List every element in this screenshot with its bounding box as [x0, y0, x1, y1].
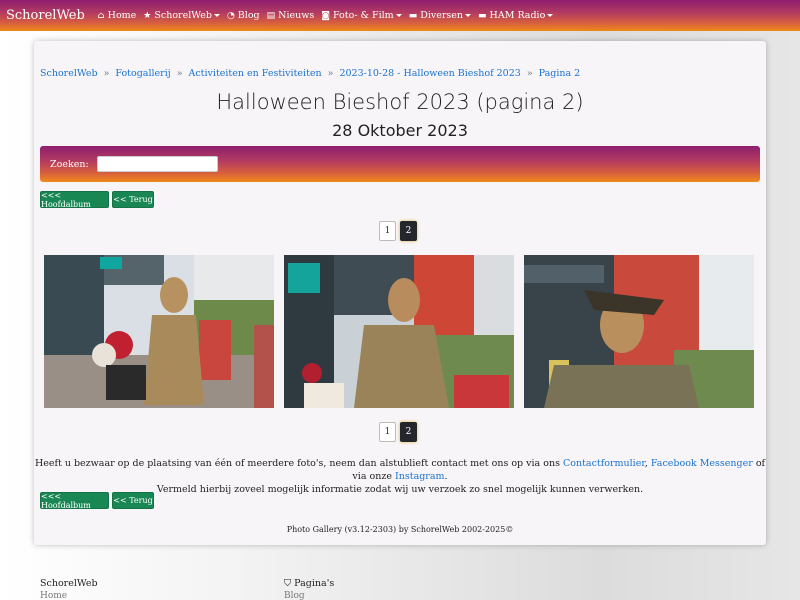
nav-item-home[interactable]: ⌂ Home [98, 10, 137, 21]
photo-image [284, 255, 514, 408]
footer-link-blog[interactable]: Blog [284, 591, 334, 600]
main-album-button[interactable]: <<< Hoofdalbum [40, 492, 109, 510]
photo-thumbnail[interactable] [44, 255, 274, 408]
footer-heading: SchorelWeb [40, 578, 98, 589]
back-button[interactable]: << Terug [112, 492, 154, 509]
instagram-link[interactable]: Instagram [395, 471, 445, 482]
notice-text: . [444, 471, 448, 482]
footer-column-schorelweb: SchorelWeb Home [40, 578, 98, 600]
page-link-2[interactable]: 2 [400, 221, 417, 241]
nav-item-label: Nieuws [278, 10, 315, 21]
newspaper-icon: ▤ [266, 10, 276, 21]
breadcrumb-separator: » [103, 68, 110, 79]
page-subtitle: 28 Oktober 2023 [332, 121, 468, 140]
camera-icon: ◙ [321, 10, 330, 21]
nav-item-nieuws[interactable]: ▤ Nieuws [267, 10, 315, 21]
page-link-2[interactable]: 2 [400, 422, 417, 442]
nav-item-diversen[interactable]: ▬ Diversen [408, 10, 472, 21]
caret-down-icon [213, 14, 220, 17]
contact-form-link[interactable]: Contactformulier [563, 458, 645, 469]
nav-item-label: SchorelWeb [154, 10, 212, 21]
pagination-top: 1 2 [379, 221, 421, 241]
search-input[interactable] [96, 156, 218, 172]
main-album-button[interactable]: <<< Hoofdalbum [40, 191, 109, 209]
footer-column-paginas: ⛉ Pagina's Blog [284, 578, 334, 600]
nav-item-schorelweb[interactable]: ★ SchorelWeb [143, 10, 220, 21]
nav-item-label: Home [107, 10, 137, 21]
page-link-1[interactable]: 1 [379, 221, 396, 241]
breadcrumb: SchorelWeb » Fotogallerij » Activiteiten… [40, 68, 580, 79]
shield-icon: ⛉ [284, 578, 292, 589]
pagination-bottom: 1 2 [379, 422, 421, 442]
breadcrumb-separator: » [176, 68, 183, 79]
caret-down-icon [395, 14, 402, 17]
breadcrumb-separator: » [327, 68, 334, 79]
nav-item-label: HAM Radio [489, 10, 546, 21]
gallery-credit: Photo Gallery (v3.12-2303) by SchorelWeb… [286, 525, 514, 534]
removal-notice: Heeft u bezwaar op de plaatsing van één … [34, 457, 766, 496]
footer-heading: ⛉ Pagina's [284, 578, 334, 589]
breadcrumb-item-activiteiten[interactable]: Activiteiten en Festiviteiten [189, 68, 322, 79]
footer-link-home[interactable]: Home [40, 591, 98, 600]
nav-item-label: Blog [237, 10, 260, 21]
breadcrumb-item-fotogallerij[interactable]: Fotogallerij [115, 68, 170, 79]
breadcrumb-item-album[interactable]: 2023-10-28 - Halloween Bieshof 2023 [339, 68, 520, 79]
footer-heading-label: Pagina's [294, 578, 335, 589]
caret-down-icon [465, 14, 472, 17]
breadcrumb-separator: » [526, 68, 533, 79]
folder-icon: ▬ [478, 10, 487, 21]
top-navbar: SchorelWeb ⌂ Home ★ SchorelWeb ◔ Blog ▤ … [0, 0, 800, 31]
breadcrumb-item-schorelweb[interactable]: SchorelWeb [40, 68, 98, 79]
folder-icon: ▬ [408, 10, 418, 21]
page-link-1[interactable]: 1 [379, 422, 396, 442]
notice-text-line2: Vermeld hierbij zoveel mogelijk informat… [156, 484, 644, 495]
back-button[interactable]: << Terug [112, 191, 154, 208]
photo-image [44, 255, 274, 408]
photo-thumbnail[interactable] [284, 255, 514, 408]
gallery-card: SchorelWeb » Fotogallerij » Activiteiten… [34, 41, 766, 545]
photo-image [524, 255, 754, 408]
star-icon: ★ [143, 10, 152, 21]
nav-item-blog[interactable]: ◔ Blog [227, 10, 260, 21]
photo-thumbnail[interactable] [524, 255, 754, 408]
facebook-messenger-link[interactable]: Facebook Messenger [651, 458, 753, 469]
home-icon: ⌂ [97, 10, 105, 21]
navbar-brand[interactable]: SchorelWeb [6, 8, 85, 23]
page-title: Halloween Bieshof 2023 (pagina 2) [216, 90, 584, 114]
nav-item-label: Foto- & Film [332, 10, 394, 21]
breadcrumb-item-page[interactable]: Pagina 2 [539, 68, 581, 79]
search-label: Zoeken: [50, 158, 89, 170]
nav-item-ham-radio[interactable]: ▬ HAM Radio [478, 10, 554, 21]
nav-item-foto-film[interactable]: ◙ Foto- & Film [321, 10, 402, 21]
caret-down-icon [547, 14, 554, 17]
search-bar: Zoeken: [40, 146, 760, 182]
nav-item-label: Diversen [420, 10, 464, 21]
rss-icon: ◔ [226, 10, 235, 21]
notice-text: Heeft u bezwaar op de plaatsing van één … [34, 458, 563, 469]
